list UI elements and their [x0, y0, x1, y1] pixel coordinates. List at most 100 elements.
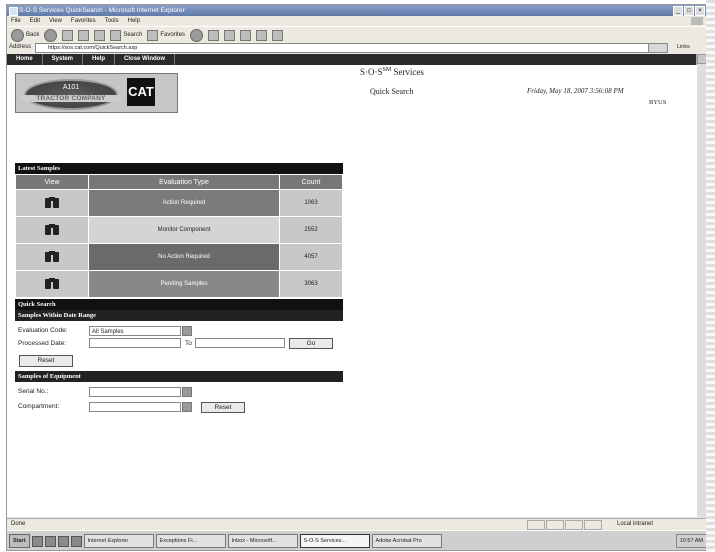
binoculars-icon[interactable]: [44, 249, 60, 263]
nav-system[interactable]: System: [43, 54, 84, 65]
column-header-view: View: [15, 174, 89, 190]
table-row[interactable]: Monitor Component 2552: [15, 216, 343, 244]
processed-date-to-input[interactable]: [195, 338, 285, 348]
quicklaunch-outlook-icon[interactable]: [57, 535, 69, 547]
taskbar-button[interactable]: S-O-S Services...: [299, 534, 370, 548]
user-id: BYUS: [649, 99, 667, 106]
compartment-row: Compartment: Reset: [15, 400, 343, 415]
menu-favorites[interactable]: Favorites: [71, 16, 96, 26]
close-button[interactable]: ×: [695, 6, 705, 16]
search-button[interactable]: Search: [110, 29, 143, 41]
discuss-icon[interactable]: [256, 29, 268, 41]
processed-date-row: Processed Date: To Go: [15, 337, 343, 350]
taskbar-button[interactable]: Adobe Acrobat Pro: [371, 534, 442, 548]
links-button[interactable]: Links: [677, 42, 690, 53]
quicklaunch-ie-icon[interactable]: [44, 535, 56, 547]
menu-bar: File Edit View Favorites Tools Help: [7, 16, 707, 26]
title-bar: S-O-S Services QuickSearch - Microsoft I…: [7, 5, 707, 16]
back-button[interactable]: Back: [11, 28, 40, 42]
quicklaunch-desktop-icon[interactable]: [31, 535, 43, 547]
mail-icon[interactable]: [208, 29, 220, 41]
chevron-down-icon[interactable]: [182, 326, 192, 336]
minimize-button[interactable]: _: [673, 6, 683, 16]
menu-tools[interactable]: Tools: [105, 16, 119, 26]
star-icon: [147, 29, 159, 41]
address-go-button[interactable]: [648, 43, 668, 53]
history-icon[interactable]: [190, 28, 204, 42]
status-bar: Done Local intranet: [7, 518, 707, 530]
service-suffix: Services: [391, 67, 424, 77]
edit-icon[interactable]: [240, 29, 252, 41]
binoculars-icon[interactable]: [44, 222, 60, 236]
quicklaunch-word-icon[interactable]: [70, 535, 82, 547]
evaluation-code-select[interactable]: All Samples: [89, 326, 181, 336]
page-title: Quick Search: [370, 87, 414, 96]
address-label: Address: [9, 44, 32, 50]
view-cell[interactable]: [15, 243, 89, 271]
binoculars-icon[interactable]: [44, 195, 60, 209]
back-label: Back: [26, 32, 40, 38]
evaluation-code-label: Evaluation Code:: [18, 327, 68, 334]
search-icon: [110, 29, 122, 41]
app-nav: Home System Help Close Window: [7, 54, 697, 65]
evaluation-type-pending-samples[interactable]: Pending Samples: [88, 270, 280, 298]
quick-search-panel: Quick Search Samples Within Date Range E…: [15, 299, 343, 415]
processed-date-from-input[interactable]: [89, 338, 181, 348]
latest-samples-table: View Evaluation Type Count Action Requir…: [15, 174, 343, 298]
compartment-select[interactable]: [89, 402, 181, 412]
serial-select[interactable]: [89, 387, 181, 397]
table-row[interactable]: Action Required 1063: [15, 189, 343, 217]
menu-edit[interactable]: Edit: [30, 16, 40, 26]
latest-samples-panel: Latest Samples View Evaluation Type Coun…: [15, 163, 343, 298]
date-reset-button[interactable]: Reset: [19, 355, 73, 367]
equipment-reset-button[interactable]: Reset: [201, 402, 245, 413]
search-label: Search: [123, 32, 143, 38]
chevron-down-icon[interactable]: [182, 402, 192, 412]
refresh-icon[interactable]: [78, 29, 90, 41]
go-button[interactable]: Go: [289, 338, 333, 349]
stop-icon[interactable]: [62, 29, 74, 41]
address-bar: Address https://sos.cat.com/QuickSearch.…: [7, 42, 707, 53]
table-row[interactable]: Pending Samples 3063: [15, 270, 343, 298]
equipment-title: Samples of Equipment: [15, 371, 343, 382]
favorites-button[interactable]: Favorites: [147, 29, 185, 41]
maximize-button[interactable]: □: [684, 6, 694, 16]
tractor-company-badge: A101 TRACTOR COMPANY: [20, 79, 122, 110]
view-cell[interactable]: [15, 189, 89, 217]
nav-close-window[interactable]: Close Window: [115, 54, 175, 65]
quick-search-title: Quick Search: [15, 299, 343, 310]
serial-row: Serial No.:: [15, 385, 343, 400]
forward-arrow-icon[interactable]: [44, 28, 58, 42]
view-cell[interactable]: [15, 270, 89, 298]
chevron-down-icon[interactable]: [182, 387, 192, 397]
address-input[interactable]: https://sos.cat.com/QuickSearch.asp: [35, 43, 649, 53]
view-cell[interactable]: [15, 216, 89, 244]
browser-window: S-O-S Services QuickSearch - Microsoft I…: [6, 4, 708, 551]
evaluation-type-no-action-required[interactable]: No Action Required: [88, 243, 280, 271]
menu-file[interactable]: File: [11, 16, 21, 26]
date-display: Friday, May 18, 2007 3:56:08 PM: [527, 87, 624, 95]
windows-logo-icon: [691, 17, 703, 25]
taskbar-button[interactable]: Internet Explorer: [83, 534, 154, 548]
date-range-title: Samples Within Date Range: [15, 310, 343, 321]
binoculars-icon[interactable]: [44, 276, 60, 290]
window-title: S-O-S Services QuickSearch - Microsoft I…: [19, 7, 185, 14]
messenger-icon[interactable]: [272, 29, 284, 41]
taskbar-button[interactable]: Inbox - Microsoft...: [227, 534, 298, 548]
count-cell: 1063: [279, 189, 343, 217]
menu-help[interactable]: Help: [128, 16, 140, 26]
print-icon[interactable]: [224, 29, 236, 41]
evaluation-type-action-required[interactable]: Action Required: [88, 189, 280, 217]
home-icon[interactable]: [94, 29, 106, 41]
nav-help[interactable]: Help: [83, 54, 116, 65]
menu-view[interactable]: View: [49, 16, 62, 26]
status-sections: [527, 520, 602, 530]
table-row[interactable]: No Action Required 4057: [15, 243, 343, 271]
count-cell: 4057: [279, 243, 343, 271]
taskbar-button[interactable]: Exceptions Fi...: [155, 534, 226, 548]
ie-icon: [9, 7, 18, 16]
start-button[interactable]: Start: [9, 534, 30, 548]
nav-home[interactable]: Home: [7, 54, 43, 65]
evaluation-type-monitor-component[interactable]: Monitor Component: [88, 216, 280, 244]
column-header-count: Count: [279, 174, 343, 190]
